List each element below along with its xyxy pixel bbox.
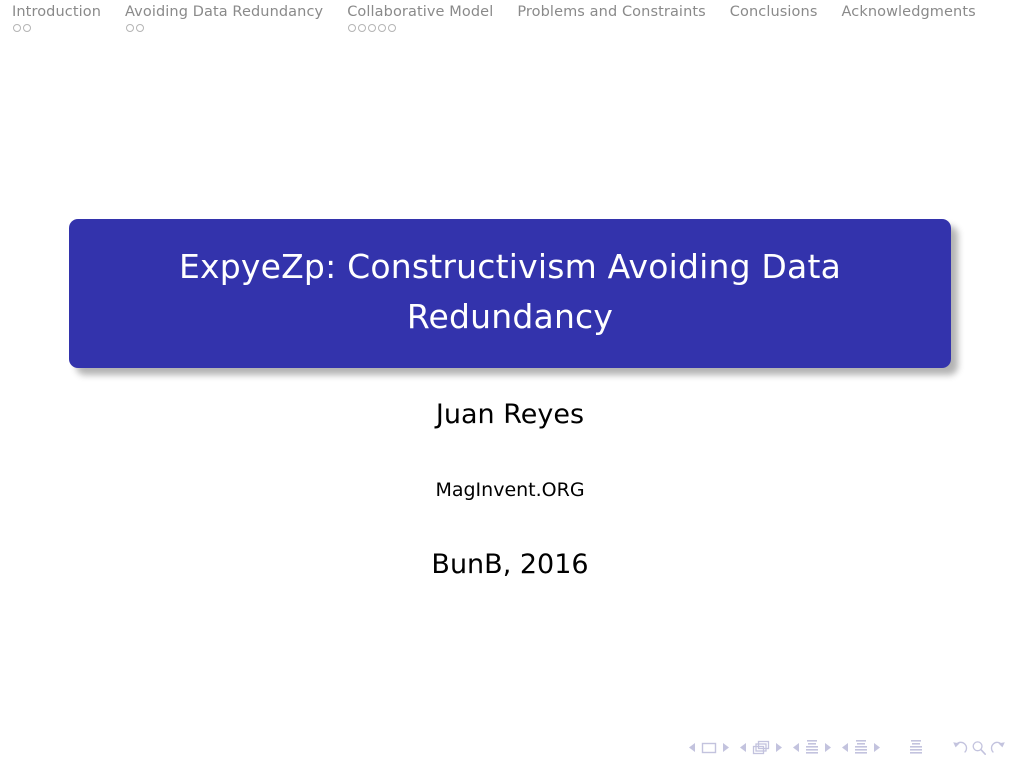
subsection-navigation-group <box>793 739 831 756</box>
nav-section-label: Collaborative Model <box>347 4 494 20</box>
nav-slide-dot[interactable] <box>378 24 387 32</box>
title-block: ExpyeZp: Constructivism Avoiding Data Re… <box>69 219 951 368</box>
nav-slide-dot[interactable] <box>358 24 367 32</box>
next-slide-icon[interactable] <box>722 743 729 752</box>
nav-section-dots <box>12 24 31 32</box>
nav-section-label: Avoiding Data Redundancy <box>125 4 324 20</box>
subsection-document-icon[interactable] <box>805 739 819 756</box>
history-navigation-group <box>952 740 1006 756</box>
nav-section-label: Introduction <box>12 4 102 20</box>
nav-section-collaborative-model[interactable]: Collaborative Model <box>335 3 505 32</box>
section-navigation-group <box>842 739 880 756</box>
nav-section-label: Problems and Constraints <box>517 4 706 20</box>
title-metadata: Juan Reyes MagInvent.ORG BunB, 2016 <box>0 398 1020 582</box>
nav-slide-dot[interactable] <box>348 24 357 32</box>
forward-arrow-icon[interactable] <box>990 740 1006 756</box>
previous-subsection-icon[interactable] <box>793 743 800 752</box>
slide-navigation-group <box>689 741 729 755</box>
title-block-container: ExpyeZp: Constructivism Avoiding Data Re… <box>0 219 1020 368</box>
presentation-title: ExpyeZp: Constructivism Avoiding Data Re… <box>178 247 842 336</box>
author-name: Juan Reyes <box>435 399 585 430</box>
frame-navigation-group <box>740 740 782 756</box>
nav-slide-dot[interactable] <box>136 24 145 32</box>
section-document-icon[interactable] <box>854 739 868 756</box>
slide-square-icon[interactable] <box>701 741 717 755</box>
nav-section-introduction[interactable]: Introduction <box>0 3 113 32</box>
nav-section-dots <box>347 24 397 32</box>
presentation-date: BunB, 2016 <box>431 549 589 580</box>
nav-slide-dot[interactable] <box>388 24 397 32</box>
nav-section-problems-and-constraints[interactable]: Problems and Constraints <box>505 3 717 22</box>
presentation-navigation-group <box>909 739 923 756</box>
next-subsection-icon[interactable] <box>824 743 831 752</box>
nav-slide-dot[interactable] <box>13 24 21 32</box>
nav-section-label: Acknowledgments <box>841 4 976 20</box>
nav-section-label: Conclusions <box>729 4 818 20</box>
nav-slide-dot[interactable] <box>368 24 377 32</box>
presentation-document-icon[interactable] <box>909 739 923 756</box>
nav-slide-dot[interactable] <box>23 24 31 32</box>
next-section-icon[interactable] <box>873 743 880 752</box>
nav-section-avoiding-data-redundancy[interactable]: Avoiding Data Redundancy <box>113 3 335 32</box>
section-navigation-bar: Introduction Avoiding Data Redundancy Co… <box>0 0 1020 42</box>
next-frame-icon[interactable] <box>775 743 782 752</box>
magnifying-glass-icon[interactable] <box>971 740 987 756</box>
nav-slide-dot[interactable] <box>126 24 135 32</box>
stacked-frames-icon[interactable] <box>752 740 770 756</box>
nav-section-dots <box>125 24 145 32</box>
previous-slide-icon[interactable] <box>689 743 696 752</box>
previous-section-icon[interactable] <box>842 743 849 752</box>
nav-section-acknowledgments[interactable]: Acknowledgments <box>829 3 987 22</box>
beamer-navigation-symbols <box>689 739 1006 756</box>
back-arrow-icon[interactable] <box>952 740 968 756</box>
nav-section-conclusions[interactable]: Conclusions <box>718 3 830 22</box>
institute-name: MagInvent.ORG <box>435 479 585 501</box>
previous-frame-icon[interactable] <box>740 743 747 752</box>
